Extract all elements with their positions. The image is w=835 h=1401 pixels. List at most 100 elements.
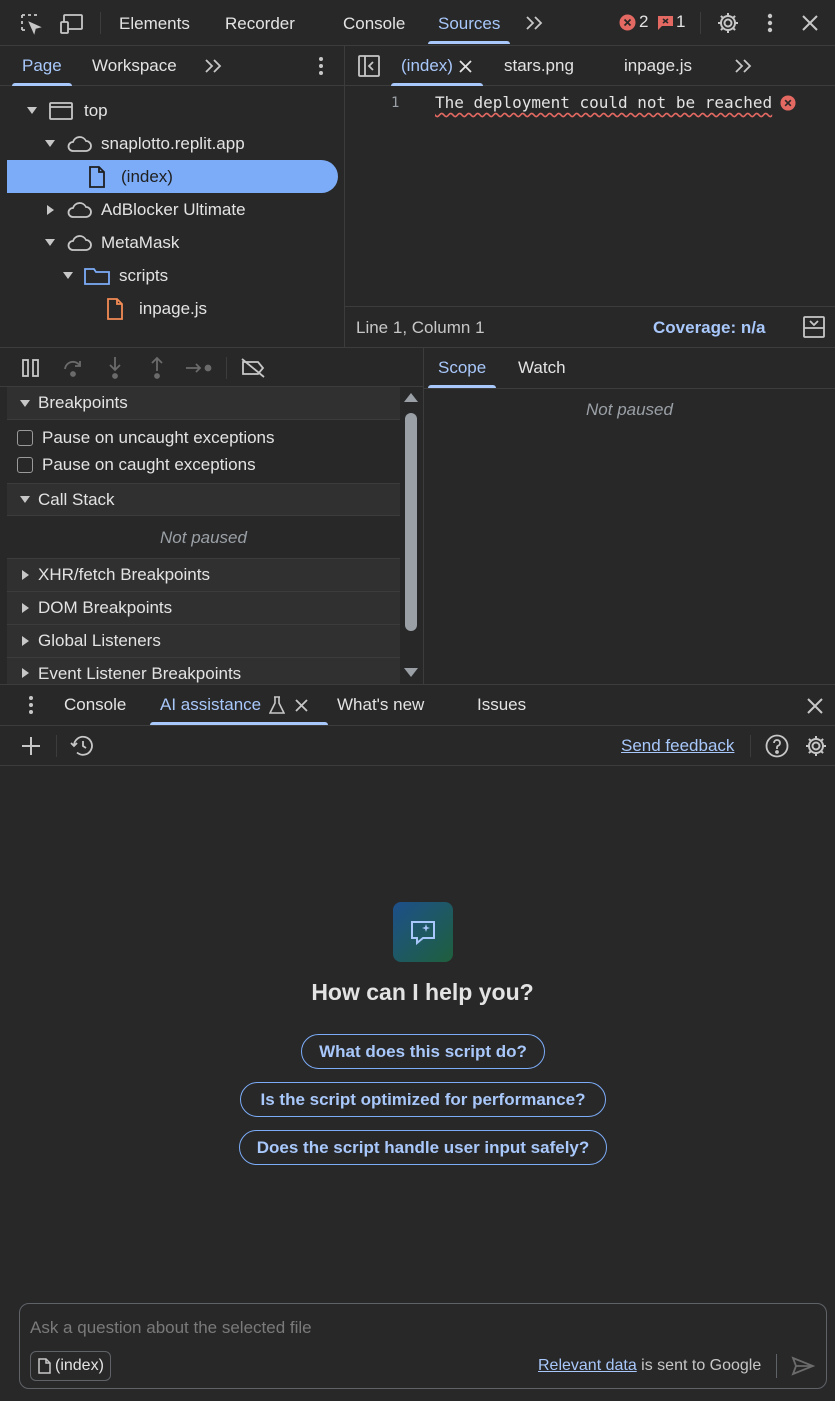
suggestion-chip[interactable]: What does this script do?: [301, 1034, 545, 1069]
disclaimer-text: is sent to Google: [636, 1357, 762, 1374]
step-icon[interactable]: [185, 357, 213, 379]
tab-recorder[interactable]: Recorder: [225, 4, 295, 44]
scope-tabbar: Scope Watch: [424, 348, 835, 389]
editor-statusbar: Line 1, Column 1 Coverage: n/a: [345, 306, 835, 347]
pause-caught-row[interactable]: Pause on caught exceptions: [7, 448, 400, 481]
tab-sources[interactable]: Sources: [428, 4, 511, 44]
error-icon[interactable]: [779, 94, 796, 111]
message-count: 1: [676, 12, 686, 31]
expand-arrow-icon[interactable]: [45, 239, 55, 246]
deactivate-breakpoints-icon[interactable]: [240, 356, 266, 380]
drawer-menu-icon[interactable]: [20, 693, 42, 717]
tab-watch[interactable]: Watch: [518, 348, 566, 388]
tree-item-inpage-js[interactable]: inpage.js: [7, 292, 338, 325]
pause-uncaught-checkbox[interactable]: [17, 429, 33, 446]
tree-item-scripts[interactable]: scripts: [7, 259, 338, 292]
tab-stars-png[interactable]: stars.png: [504, 46, 574, 86]
tree-item-top[interactable]: top: [7, 94, 338, 127]
suggestion-chip[interactable]: Does the script handle user input safely…: [239, 1130, 607, 1165]
expand-arrow-icon[interactable]: [45, 140, 55, 147]
tree-item-label: AdBlocker Ultimate: [101, 199, 246, 219]
tree-item-snaplotto[interactable]: snaplotto.replit.app: [7, 127, 338, 160]
file-icon: [87, 165, 107, 188]
tab-workspace[interactable]: Workspace: [92, 46, 177, 86]
tab-drawer-console[interactable]: Console: [64, 685, 126, 725]
suggestion-chip[interactable]: Is the script optimized for performance?: [240, 1082, 606, 1117]
step-into-icon[interactable]: [104, 356, 126, 380]
tab-page[interactable]: Page: [12, 46, 72, 86]
tab-ai-assistance[interactable]: AI assistance: [150, 685, 329, 725]
relevant-data-link[interactable]: Relevant data: [538, 1357, 637, 1374]
folder-icon: [83, 266, 111, 286]
scrollbar[interactable]: [400, 387, 422, 684]
tab-whats-new[interactable]: What's new: [337, 685, 424, 725]
help-icon[interactable]: [764, 733, 790, 759]
global-listeners-header[interactable]: Global Listeners: [7, 624, 400, 657]
close-tab-icon[interactable]: [459, 59, 473, 73]
toolbar-divider: [56, 735, 57, 757]
main-toolbar: Elements Recorder Console Sources 2 1: [0, 0, 835, 46]
more-tabs-icon[interactable]: [201, 55, 225, 77]
close-tab-icon[interactable]: [294, 698, 308, 712]
tab-index-file[interactable]: (index): [391, 46, 483, 86]
drawer-tabbar: Console AI assistance What's new Issues: [0, 685, 835, 726]
breakpoints-header[interactable]: Breakpoints: [7, 387, 400, 420]
toolbar-divider: [100, 12, 101, 34]
toggle-navigator-icon[interactable]: [357, 54, 381, 78]
message-icon[interactable]: [656, 13, 674, 31]
history-icon[interactable]: [69, 734, 95, 758]
expand-arrow-icon[interactable]: [27, 107, 37, 114]
ai-settings-icon[interactable]: [803, 733, 829, 759]
coverage-link[interactable]: Coverage: n/a: [653, 318, 765, 338]
toolbar-divider: [700, 12, 701, 34]
js-file-icon: [105, 297, 125, 320]
more-tabs-icon[interactable]: [522, 12, 546, 34]
device-toolbar-icon[interactable]: [59, 11, 87, 37]
navigator-menu-icon[interactable]: [310, 54, 332, 78]
pause-caught-checkbox[interactable]: [17, 456, 33, 473]
pause-icon[interactable]: [19, 357, 43, 379]
send-feedback-link[interactable]: Send feedback: [621, 736, 734, 756]
tree-item-metamask[interactable]: MetaMask: [7, 226, 338, 259]
tree-item-label: snaplotto.replit.app: [101, 133, 245, 153]
expand-arrow-icon[interactable]: [63, 272, 73, 279]
dom-breakpoints-header[interactable]: DOM Breakpoints: [7, 591, 400, 624]
more-tabs-icon[interactable]: [731, 55, 755, 77]
close-drawer-icon[interactable]: [804, 695, 826, 717]
debugger-toolbar: [0, 348, 423, 387]
event-listener-breakpoints-header[interactable]: Event Listener Breakpoints: [7, 657, 400, 684]
ai-question-input[interactable]: Ask a question about the selected file: [30, 1318, 810, 1338]
cloud-icon: [65, 134, 93, 154]
call-stack-header[interactable]: Call Stack: [7, 483, 400, 516]
new-chat-plus-icon[interactable]: [19, 734, 43, 758]
close-devtools-icon[interactable]: [798, 11, 822, 35]
tree-item-label: scripts: [119, 265, 169, 285]
inspect-element-icon[interactable]: [18, 11, 44, 37]
toolbar-divider: [226, 357, 227, 379]
tree-item-label: MetaMask: [101, 232, 180, 252]
scrollbar-thumb[interactable]: [405, 413, 417, 631]
collapse-arrow-icon[interactable]: [47, 204, 54, 215]
step-over-icon[interactable]: [61, 357, 85, 379]
tree-item-label: (index): [121, 166, 173, 186]
toggle-drawer-icon[interactable]: [802, 315, 826, 339]
tree-item-label: inpage.js: [139, 298, 208, 318]
tab-elements[interactable]: Elements: [119, 4, 190, 44]
xhr-breakpoints-header[interactable]: XHR/fetch Breakpoints: [7, 558, 400, 591]
tab-inpage-js[interactable]: inpage.js: [624, 46, 692, 86]
settings-icon[interactable]: [715, 10, 741, 36]
send-icon[interactable]: [790, 1354, 816, 1378]
tab-issues[interactable]: Issues: [477, 685, 526, 725]
tree-item-index[interactable]: (index): [7, 160, 338, 193]
scroll-up-arrow-icon[interactable]: [404, 393, 418, 402]
tab-scope[interactable]: Scope: [428, 348, 497, 388]
kebab-menu-icon[interactable]: [759, 11, 781, 35]
context-file-chip[interactable]: (index): [30, 1351, 111, 1381]
code-line[interactable]: The deployment could not be reached: [435, 93, 796, 112]
tab-console[interactable]: Console: [343, 4, 405, 44]
error-icon[interactable]: [618, 13, 636, 31]
tree-item-adblocker[interactable]: AdBlocker Ultimate: [7, 193, 338, 226]
scroll-down-arrow-icon[interactable]: [404, 668, 418, 677]
ai-input-container: Ask a question about the selected file (…: [19, 1303, 827, 1389]
step-out-icon[interactable]: [146, 356, 168, 380]
